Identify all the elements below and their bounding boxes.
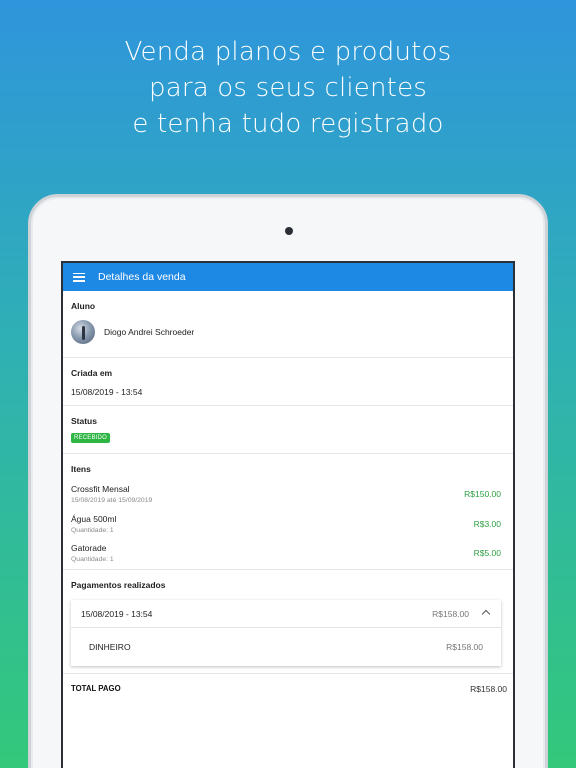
item-price: R$5.00 [473,548,501,558]
total-value: R$158.00 [470,684,507,694]
pagamentos-label: Pagamentos realizados [71,580,166,590]
item-detail: Quantidade: 1 [71,526,114,534]
item-detail: 15/08/2019 até 15/09/2019 [71,497,153,504]
hamburger-menu-icon[interactable] [73,272,85,282]
avatar [71,320,95,344]
criada-section: Criada em 15/08/2019 - 13:54 [63,358,513,406]
total-label: TOTAL PAGO [71,684,121,693]
list-item[interactable]: Água 500ml Quantidade: 1 R$3.00 [71,514,505,544]
payment-total: R$158.00 [432,608,469,619]
payment-date: 15/08/2019 - 13:54 [81,608,153,619]
aluno-label: Aluno [71,301,96,311]
list-item[interactable]: Crossfit Mensal 15/08/2019 até 15/09/201… [71,484,505,514]
payment-method-row: DINHEIRO R$158.00 [71,628,501,666]
criada-label: Criada em [71,368,113,378]
criada-value: 15/08/2019 - 13:54 [71,387,143,397]
item-name: Água 500ml [71,513,117,524]
pagamentos-section: Pagamentos realizados 15/08/2019 - 13:54… [63,570,513,674]
itens-section: Itens Crossfit Mensal 15/08/2019 até 15/… [63,454,513,570]
app-screen: Detalhes da venda Aluno Diogo Andrei Sch… [61,261,515,768]
aluno-row[interactable]: Diogo Andrei Schroeder [71,320,505,344]
item-detail: Quantidade: 1 [71,556,114,563]
tablet-frame: Detalhes da venda Aluno Diogo Andrei Sch… [28,194,548,768]
chevron-up-icon[interactable] [481,609,491,619]
payment-header[interactable]: 15/08/2019 - 13:54 R$158.00 [71,600,501,628]
list-item[interactable]: Gatorade Quantidade: 1 R$5.00 [71,543,505,573]
payment-card: 15/08/2019 - 13:54 R$158.00 DINHEIRO R$1… [71,600,501,666]
headline-line-3: e tenha tudo registrado [132,109,444,139]
total-row: TOTAL PAGO R$158.00 [63,674,513,704]
items-list: Crossfit Mensal 15/08/2019 até 15/09/201… [71,484,505,573]
aluno-section: Aluno Diogo Andrei Schroeder [63,291,513,358]
item-name: Gatorade [71,543,107,553]
page-title: Detalhes da venda [98,271,186,283]
app-bar: Detalhes da venda [63,263,513,291]
payment-amount: R$158.00 [446,642,483,652]
aluno-name: Diogo Andrei Schroeder [104,327,195,337]
promo-headline: Venda planos e produtos para os seus cli… [0,34,576,142]
headline-line-1: Venda planos e produtos [124,37,452,67]
camera-dot [285,227,293,235]
item-name: Crossfit Mensal [71,484,130,494]
headline-line-2: para os seus clientes [148,73,428,103]
itens-label: Itens [71,464,91,474]
status-section: Status RECEBIDO [63,406,513,454]
status-label: Status [71,416,97,426]
status-badge: RECEBIDO [71,433,110,443]
payment-method: DINHEIRO [89,642,131,652]
item-price: R$150.00 [464,489,501,499]
item-price: R$3.00 [473,518,501,529]
